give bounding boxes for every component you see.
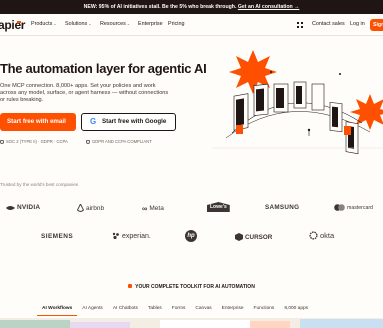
tab-enterprise[interactable]: Enterprise: [217, 304, 249, 316]
nav-enterprise[interactable]: Enterprise: [138, 21, 163, 27]
experian-icon: [112, 232, 119, 240]
logo-cursor: CURSOR: [235, 233, 272, 241]
compliance-soc2-text: SOC 2 (TYPE II) · GDPR · CCPA: [6, 139, 68, 144]
chevron-down-icon: ⌄: [88, 21, 92, 26]
toolkit-dot-icon: [128, 284, 133, 288]
okta-icon: [309, 231, 318, 240]
hero-subtitle: One MCP connection. 8,000+ apps. Set you…: [0, 83, 169, 103]
logo-meta-text: Meta: [149, 205, 164, 212]
signup-button[interactable]: Sign: [370, 19, 383, 31]
tab-forms[interactable]: Forms: [167, 304, 191, 316]
meta-infinity-icon: ∞: [142, 204, 148, 213]
nav-products[interactable]: Products⌄: [31, 21, 57, 27]
logo-experian: experian.: [112, 232, 151, 240]
shield-icon: [86, 139, 90, 144]
apps-grid-icon[interactable]: [297, 22, 303, 28]
hero-title: The automation layer for agentic AI: [0, 61, 207, 76]
logo-nvidia-text: NVIDIA: [17, 204, 41, 211]
chevron-down-icon: ⌄: [53, 21, 57, 26]
start-free-email-button[interactable]: Start free with email: [0, 113, 76, 131]
nvidia-icon: [6, 205, 15, 210]
compliance-gdpr-text: GDPR AND CCPA COMPLIANT: [92, 139, 152, 144]
logo-airbnb: airbnb: [77, 204, 104, 212]
nav-solutions[interactable]: Solutions⌄: [65, 21, 92, 27]
toolkit-label: YOUR COMPLETE TOOLKIT FOR AI AUTOMATION: [135, 284, 255, 290]
logo-hp-text: hp: [185, 230, 197, 242]
login-link[interactable]: Log in: [350, 21, 365, 27]
logo-samsung-text: SAMSUNG: [265, 204, 300, 211]
logo-accent: [17, 21, 21, 23]
toolkit-heading: YOUR COMPLETE TOOLKIT FOR AI AUTOMATION: [0, 284, 383, 290]
top-nav: apier Products⌄ Solutions⌄ Resources⌄ En…: [0, 14, 383, 36]
logo-experian-text: experian.: [122, 232, 151, 240]
logo-lowes: Lowe's: [207, 202, 230, 212]
logo-samsung: SAMSUNG: [265, 204, 299, 211]
compliance-gdpr: GDPR AND CCPA COMPLIANT: [86, 139, 152, 144]
compliance-soc2: SOC 2 (TYPE II) · GDPR · CCPA: [0, 139, 68, 144]
logo-lowes-text: Lowe's: [207, 202, 230, 212]
google-icon: G: [90, 117, 97, 126]
nav-resources[interactable]: Resources⌄: [100, 21, 130, 27]
shield-icon: [0, 139, 4, 144]
tab-functions[interactable]: Functions: [249, 304, 280, 316]
logo-siemens: SIEMENS: [41, 233, 73, 240]
banner-text: NEW: 95% of AI initiatives stall. Be the…: [83, 4, 237, 10]
banner-link[interactable]: Get an AI consultation →: [238, 4, 300, 10]
start-free-google-button[interactable]: G Start free with Google: [81, 113, 176, 131]
airbnb-icon: [77, 204, 84, 212]
cursor-icon: [235, 233, 243, 241]
logo-siemens-text: SIEMENS: [41, 233, 74, 240]
logo-cursor-text: CURSOR: [245, 233, 273, 241]
tab-ai-agents[interactable]: AI Agents: [77, 304, 108, 316]
logo-hp: hp: [185, 230, 197, 242]
logo-meta: ∞ Meta: [142, 204, 164, 213]
tab-ai-workflows[interactable]: AI Workflows: [37, 304, 78, 316]
sunburst-left: [229, 50, 277, 94]
logo-airbnb-text: airbnb: [86, 204, 105, 212]
nav-resources-label: Resources: [100, 21, 126, 27]
mastercard-icon: [334, 204, 345, 211]
nav-products-label: Products: [31, 21, 53, 27]
tab-8000-apps[interactable]: 8,000 apps: [279, 304, 313, 316]
logo-nvidia: NVIDIA: [6, 204, 40, 211]
tab-ai-chatbots[interactable]: AI Chatbots: [108, 304, 143, 316]
announcement-banner: NEW: 95% of AI initiatives stall. Be the…: [0, 0, 383, 14]
preview-strip: [0, 318, 383, 328]
contact-sales-link[interactable]: Contact sales: [312, 21, 345, 27]
google-button-label: Start free with Google: [102, 118, 167, 125]
logo-mastercard: mastercard: [334, 204, 373, 211]
logo-mastercard-text: mastercard: [347, 204, 373, 211]
nav-pricing[interactable]: Pricing: [168, 21, 184, 27]
hero-illustration: [212, 50, 383, 155]
nav-solutions-label: Solutions: [65, 21, 88, 27]
chevron-down-icon: ⌄: [126, 21, 131, 26]
logo-okta: okta: [309, 231, 334, 240]
tab-tables[interactable]: Tables: [143, 304, 167, 316]
logo-okta-text: okta: [320, 231, 335, 240]
zapier-logo[interactable]: apier: [0, 18, 25, 32]
product-tabs: AI Workflows AI Agents AI Chatbots Table…: [37, 304, 313, 316]
tab-canvas[interactable]: Canvas: [190, 304, 216, 316]
trusted-label: Trusted by the world's best companies: [0, 182, 79, 187]
